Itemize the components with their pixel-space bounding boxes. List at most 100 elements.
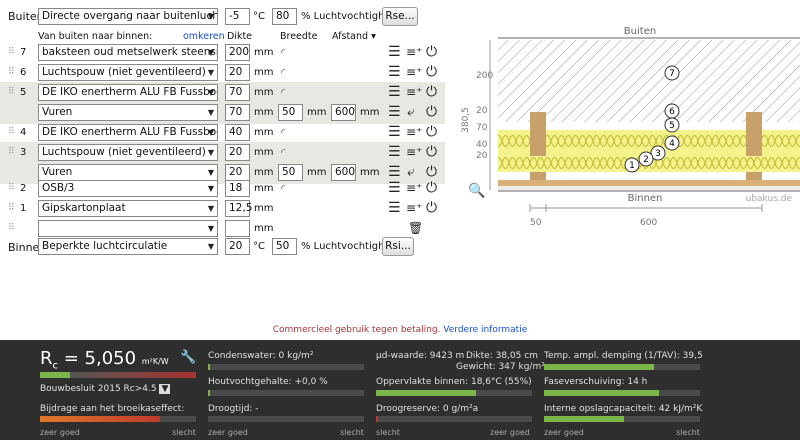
wrench-icon[interactable]: 🔧 <box>180 350 196 365</box>
outside-temp-input[interactable]: -5 <box>225 8 250 25</box>
drag-handle-icon[interactable]: ⠿ <box>8 64 15 81</box>
menu-icon[interactable]: ☰ <box>388 64 401 81</box>
good-label: zeer goed <box>544 428 584 437</box>
width-pattern-icon[interactable]: ◜ <box>281 144 285 161</box>
width-pattern-icon[interactable]: ◜ <box>281 84 285 101</box>
add-layer-icon[interactable]: ≡⁺ <box>406 84 422 101</box>
layer-number: 5 <box>20 87 27 98</box>
layer-thickness-input[interactable]: 200 <box>225 44 250 61</box>
add-layer-icon[interactable]: ≡⁺ <box>406 200 422 217</box>
outside-humidity-input[interactable]: 80 <box>272 8 297 25</box>
inside-condition-select[interactable]: Beperkte luchtcirculatie ▼ <box>38 238 218 255</box>
add-layer-icon[interactable]: ≡⁺ <box>406 180 422 197</box>
marker-5: 5 <box>669 121 675 131</box>
width-pattern-icon[interactable]: ◜ <box>281 44 285 61</box>
rse-button[interactable]: Rse... <box>382 7 418 26</box>
layer-sub-distance-input[interactable]: 600 <box>331 164 356 181</box>
layer-sub-thickness-input[interactable]: 70 <box>225 104 250 121</box>
power-icon[interactable]: ⏻ <box>426 64 437 81</box>
layer-number: 6 <box>20 67 27 78</box>
width-pattern-icon[interactable]: ◜ <box>281 124 285 141</box>
regulation-label[interactable]: Bouwbesluit 2015 Rc>4.5 ▼ <box>40 384 171 394</box>
marker-4: 4 <box>669 139 675 149</box>
drag-handle-icon[interactable]: ⠿ <box>8 84 15 101</box>
trash-icon[interactable]: 🗑 <box>408 220 423 237</box>
diagram-watermark: ubakus.de <box>746 194 793 204</box>
bad-label: slecht <box>376 428 400 437</box>
power-icon[interactable]: ⏻ <box>426 104 437 121</box>
menu-icon[interactable]: ☰ <box>388 164 401 181</box>
menu-icon[interactable]: ☰ <box>388 84 401 101</box>
width-header: Breedte <box>280 31 318 42</box>
add-layer-icon[interactable]: ≡⁺ <box>406 44 422 61</box>
layer-sub-width-input[interactable]: 50 <box>278 104 303 121</box>
menu-icon[interactable]: ☰ <box>388 200 401 217</box>
chevron-down-icon: ▼ <box>207 68 214 77</box>
power-icon[interactable]: ⏻ <box>426 124 437 141</box>
power-icon[interactable]: ⏻ <box>426 200 437 217</box>
layer-thickness-input[interactable]: 20 <box>225 144 250 161</box>
layer-thickness-unit: mm <box>254 127 274 138</box>
layer-thickness-input[interactable]: 40 <box>225 124 250 141</box>
power-icon[interactable]: ⏻ <box>426 84 437 101</box>
power-icon[interactable]: ⏻ <box>426 180 437 197</box>
menu-icon[interactable]: ☰ <box>388 144 401 161</box>
direction-label: Van buiten naar binnen: <box>38 31 153 42</box>
drag-handle-icon[interactable]: ⠿ <box>8 44 15 61</box>
layer-material-select[interactable]: DE IKO enertherm ALU FB Fussboden ▼ <box>38 124 218 141</box>
dim-200: 200 <box>476 71 493 81</box>
layer-material-select[interactable]: Luchtspouw (niet geventileerd) ▼ <box>38 144 218 161</box>
layer-material-select[interactable]: OSB/3 ▼ <box>38 180 218 197</box>
drag-handle-icon[interactable]: ⠿ <box>8 124 15 141</box>
layer-thickness-input[interactable]: 20 <box>225 64 250 81</box>
power-icon[interactable]: ⏻ <box>426 44 437 61</box>
damping-bar <box>544 364 700 370</box>
add-layer-icon[interactable]: ≡⁺ <box>406 124 422 141</box>
layer-sub-material-select[interactable]: Vuren ▼ <box>38 164 218 181</box>
surface-label: Oppervlakte binnen: 18,6°C (55%) <box>376 377 532 387</box>
marker-6: 6 <box>669 107 675 117</box>
more-info-link[interactable]: Verdere informatie <box>443 325 527 335</box>
layer-thickness-input[interactable] <box>225 220 250 237</box>
chevron-down-icon: ▼ <box>207 12 214 21</box>
drag-handle-icon[interactable]: ⠿ <box>8 220 15 237</box>
reverse-link[interactable]: omkeren <box>183 31 225 42</box>
power-icon[interactable]: ⏻ <box>426 144 437 161</box>
undo-arrow-icon[interactable]: ⤶ <box>407 104 415 121</box>
layer-thickness-input[interactable]: 70 <box>225 84 250 101</box>
drag-handle-icon[interactable]: ⠿ <box>8 144 15 161</box>
undo-arrow-icon[interactable]: ⤶ <box>407 164 415 181</box>
distance-header[interactable]: Afstand ▾ <box>332 31 376 42</box>
drag-handle-icon[interactable]: ⠿ <box>8 200 15 217</box>
menu-icon[interactable]: ☰ <box>388 44 401 61</box>
layer-material-select[interactable]: Luchtspouw (niet geventileerd) ▼ <box>38 64 218 81</box>
inside-humidity-input[interactable]: 50 <box>272 238 297 255</box>
layer-thickness-unit: mm <box>254 183 274 194</box>
power-icon[interactable]: ⏻ <box>426 164 437 181</box>
bad-label: slecht <box>676 428 700 437</box>
layer-sub-width-input[interactable]: 50 <box>278 164 303 181</box>
zoom-icon[interactable]: 🔍 <box>468 183 485 199</box>
add-layer-icon[interactable]: ≡⁺ <box>406 144 422 161</box>
add-layer-icon[interactable]: ≡⁺ <box>406 64 422 81</box>
width-pattern-icon[interactable]: ◜ <box>281 180 285 197</box>
drag-handle-icon[interactable]: ⠿ <box>8 180 15 197</box>
layer-material-select[interactable]: ▼ <box>38 220 218 237</box>
menu-icon[interactable]: ☰ <box>388 124 401 141</box>
layer-sub-thickness-input[interactable]: 20 <box>225 164 250 181</box>
layer-sub-distance-input[interactable]: 600 <box>331 104 356 121</box>
width-pattern-icon[interactable]: ◜ <box>281 64 285 81</box>
outside-condition-select[interactable]: Directe overgang naar buitenlucht ▼ <box>38 8 218 25</box>
inside-temp-input[interactable]: 20 <box>225 238 250 255</box>
menu-icon[interactable]: ☰ <box>388 104 401 121</box>
drying-label: Droogtijd: - <box>208 404 259 414</box>
menu-icon[interactable]: ☰ <box>388 180 401 197</box>
layer-sub-material-select[interactable]: Vuren ▼ <box>38 104 218 121</box>
layer-material-select[interactable]: DE IKO enertherm ALU FB Fussboden ▼ <box>38 84 218 101</box>
rsi-button[interactable]: Rsi... <box>382 237 414 256</box>
sub-width-unit: mm <box>307 107 327 118</box>
layer-thickness-input[interactable]: 12,5 <box>225 200 252 217</box>
layer-material-select[interactable]: Gipskartonplaat ▼ <box>38 200 218 217</box>
layer-material-select[interactable]: baksteen oud metselwerk steensmuu▼ <box>38 44 218 61</box>
layer-thickness-input[interactable]: 18 <box>225 180 250 197</box>
